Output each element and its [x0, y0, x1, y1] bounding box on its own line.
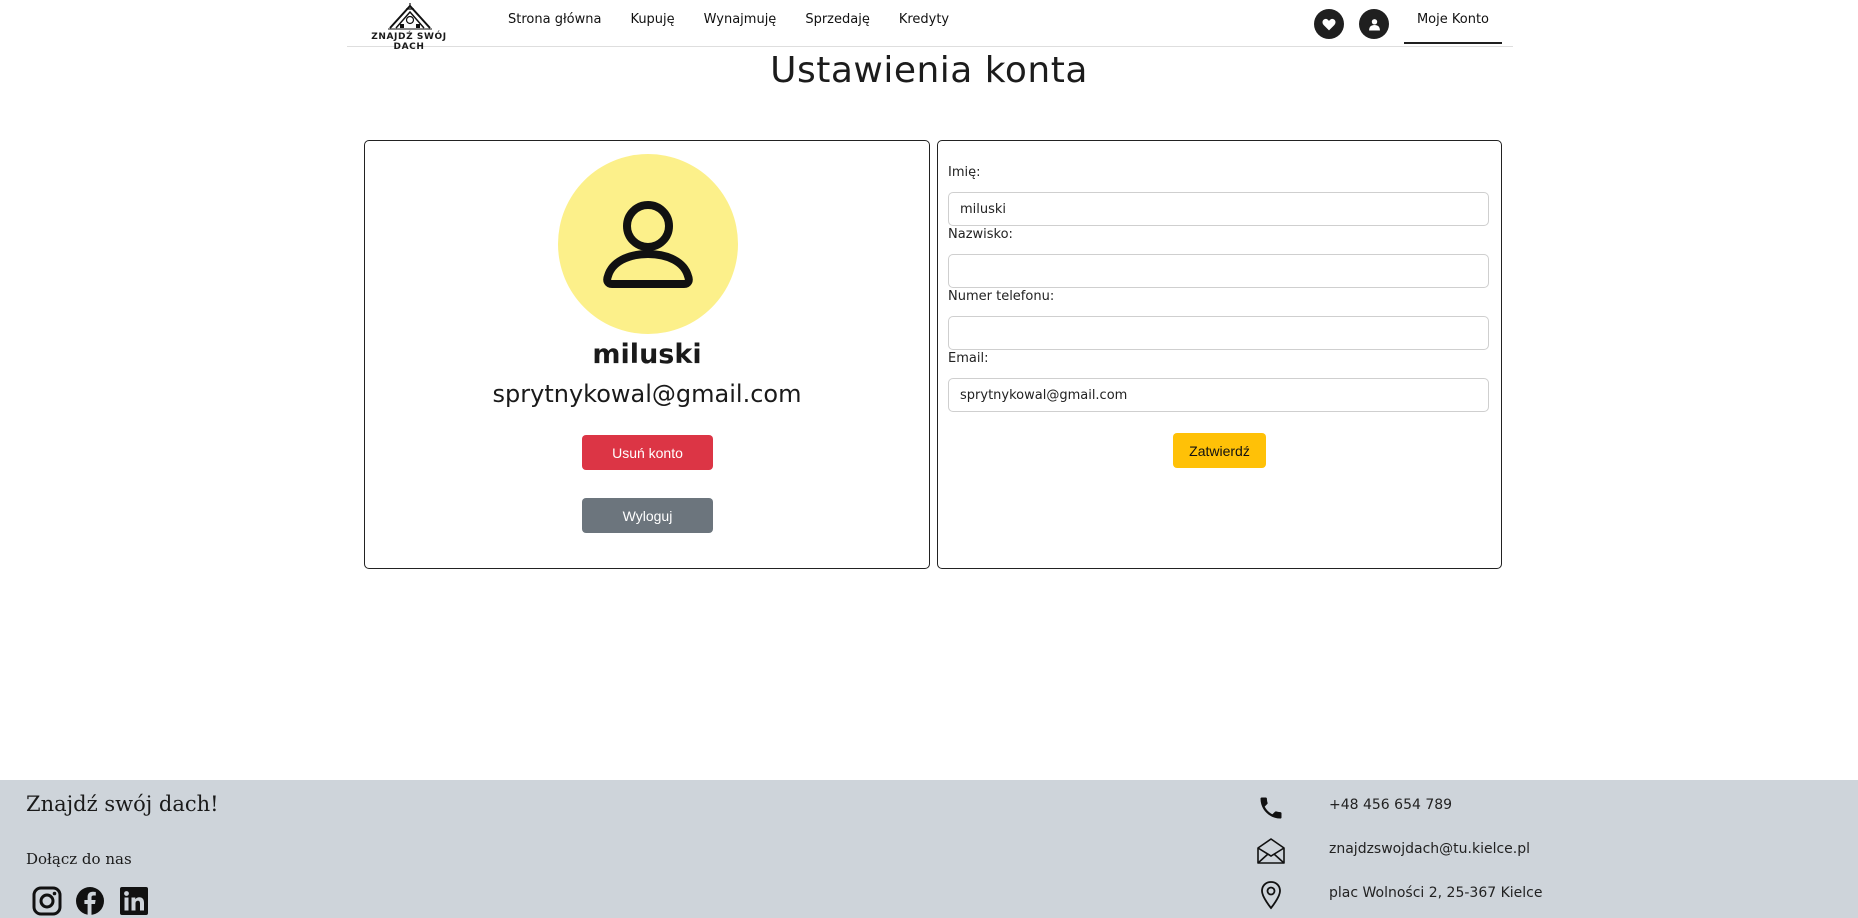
nav-link-buy[interactable]: Kupuję	[630, 12, 674, 27]
account-form-card: Imię: Nazwisko: Numer telefonu: Email: Z…	[937, 140, 1502, 569]
nav-link-home[interactable]: Strona główna	[508, 12, 601, 27]
instagram-icon[interactable]	[32, 886, 62, 916]
logout-button[interactable]: Wyloguj	[582, 498, 713, 533]
delete-account-button[interactable]: Usuń konto	[582, 435, 713, 470]
phone-label: Numer telefonu:	[948, 289, 1055, 304]
footer-email[interactable]: znajdzswojdach@tu.kielce.pl	[1329, 841, 1530, 857]
envelope-icon	[1256, 836, 1286, 866]
house-roof-logo-icon	[388, 3, 432, 30]
page-title: Ustawienia konta	[770, 50, 1088, 91]
profile-name: miluski	[592, 339, 702, 370]
phone-input[interactable]	[948, 316, 1489, 350]
user-avatar-icon	[603, 201, 693, 288]
footer-join-label: Dołącz do nas	[26, 850, 132, 868]
linkedin-icon[interactable]	[119, 886, 149, 916]
navbar: ZNAJDŹ SWÓJ DACH Strona główna Kupuję Wy…	[347, 0, 1513, 52]
my-account-link[interactable]: Moje Konto	[1404, 4, 1502, 44]
first-name-label: Imię:	[948, 165, 981, 180]
first-name-input[interactable]	[948, 192, 1489, 226]
last-name-label: Nazwisko:	[948, 227, 1013, 242]
footer: Znajdź swój dach! Dołącz do nas +48 456 …	[0, 780, 1858, 918]
user-icon	[1368, 18, 1380, 30]
location-pin-icon	[1256, 880, 1286, 910]
avatar	[558, 154, 738, 334]
email-input[interactable]	[948, 378, 1489, 412]
last-name-input[interactable]	[948, 254, 1489, 288]
facebook-icon[interactable]	[75, 886, 105, 916]
submit-button[interactable]: Zatwierdź	[1173, 433, 1266, 468]
footer-address: plac Wolności 2, 25-367 Kielce	[1329, 885, 1543, 901]
footer-title: Znajdź swój dach!	[26, 792, 219, 816]
profile-email: sprytnykowal@gmail.com	[492, 380, 802, 408]
phone-icon	[1256, 793, 1286, 823]
profile-card: miluski sprytnykowal@gmail.com Usuń kont…	[364, 140, 930, 569]
logo[interactable]: ZNAJDŹ SWÓJ DACH	[354, 2, 464, 52]
nav-right: Moje Konto	[1314, 4, 1513, 44]
logo-text: ZNAJDŹ SWÓJ DACH	[371, 32, 447, 52]
nav-link-rent[interactable]: Wynajmuję	[704, 12, 777, 27]
nav-links: Strona główna Kupuję Wynajmuję Sprzedaję…	[508, 12, 978, 27]
favorites-button[interactable]	[1314, 9, 1344, 39]
nav-link-sell[interactable]: Sprzedaję	[805, 12, 870, 27]
footer-phone: +48 456 654 789	[1329, 797, 1453, 813]
nav-link-credits[interactable]: Kredyty	[899, 12, 949, 27]
heart-icon	[1322, 18, 1336, 30]
email-label: Email:	[948, 351, 989, 366]
user-button[interactable]	[1359, 9, 1389, 39]
